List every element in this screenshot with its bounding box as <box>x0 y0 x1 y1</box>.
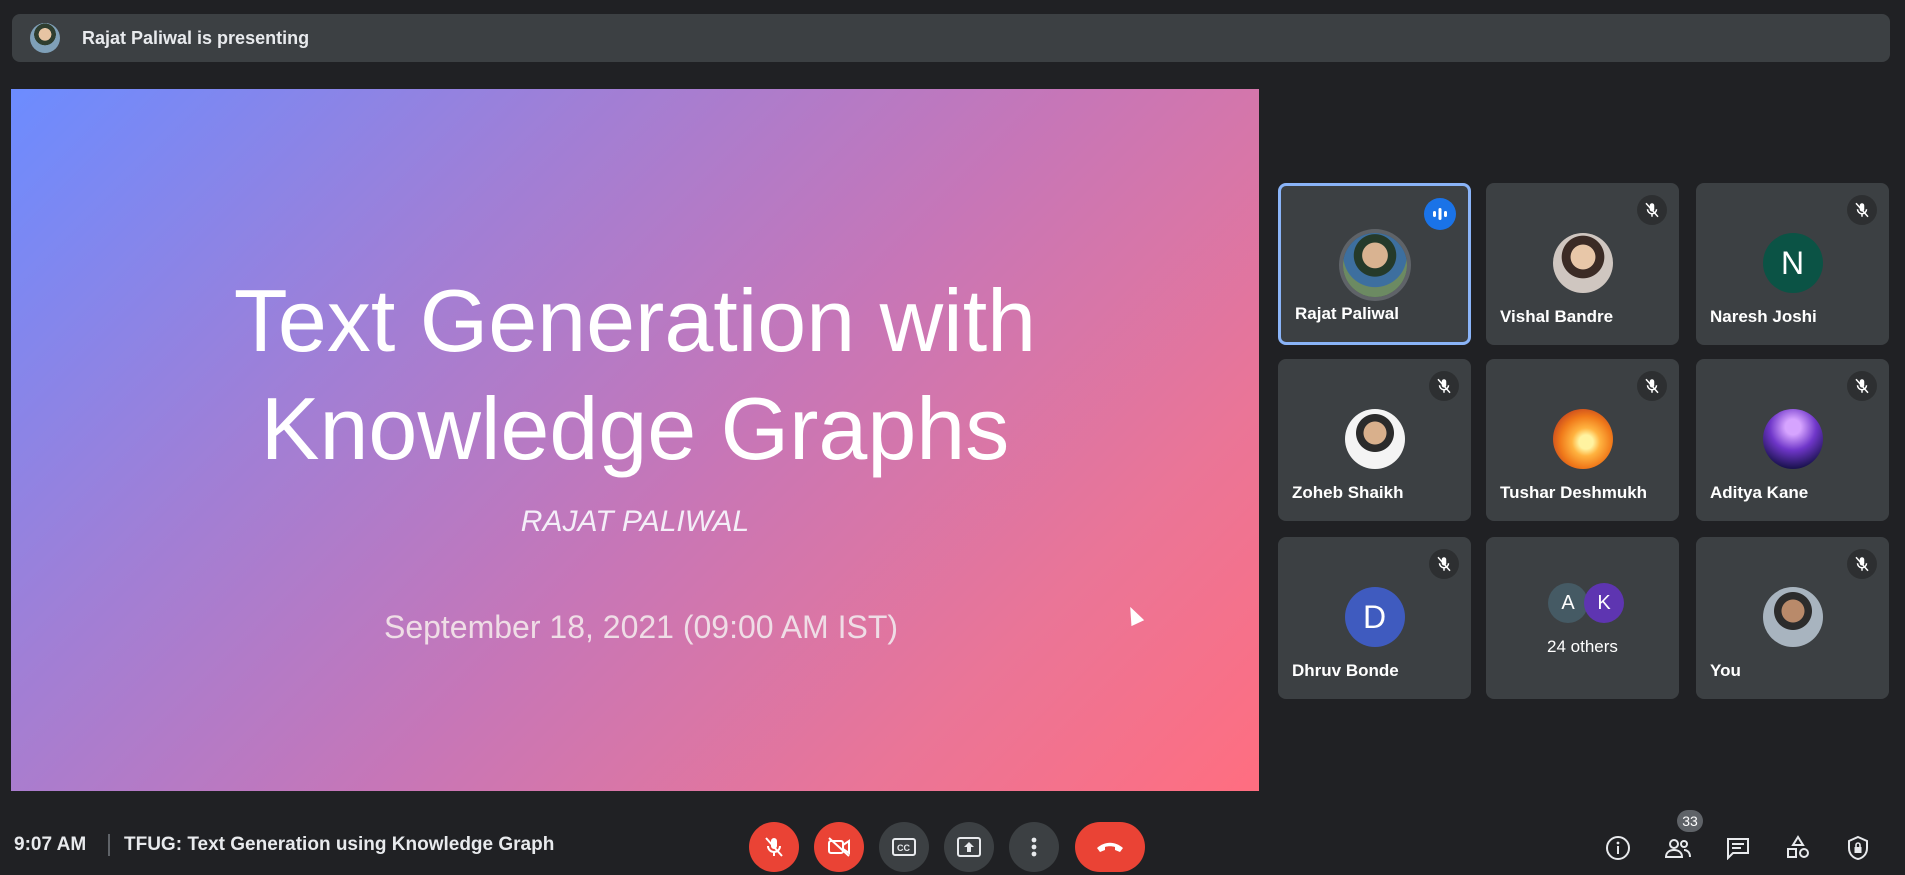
slide-title-line2: Knowledge Graphs <box>260 379 1010 478</box>
participant-tile-zoheb-shaikh[interactable]: Zoheb Shaikh <box>1278 359 1471 521</box>
clock-time: 9:07 AM <box>14 834 87 855</box>
participant-name: You <box>1710 661 1741 680</box>
avatar <box>1552 233 1613 293</box>
participant-name: Tushar Deshmukh <box>1500 483 1648 502</box>
camera-off-icon <box>828 837 850 857</box>
participant-name: Vishal Bandre <box>1500 307 1614 326</box>
participant-tile-dhruv-bonde[interactable]: D Dhruv Bonde <box>1278 537 1471 699</box>
participant-name: Naresh Joshi <box>1710 307 1817 326</box>
others-avatars: A K <box>1548 583 1628 623</box>
mic-off-icon <box>1429 549 1459 579</box>
participant-tile-naresh-joshi[interactable]: N Naresh Joshi <box>1696 183 1889 345</box>
camera-toggle-button[interactable] <box>814 822 864 872</box>
more-options-button[interactable] <box>1009 822 1059 872</box>
participant-tile-others[interactable]: A K 24 others <box>1486 537 1679 699</box>
people-icon <box>1664 839 1691 858</box>
avatar-letter: D <box>1362 598 1387 635</box>
mic-toggle-button[interactable] <box>749 822 799 872</box>
participant-name: Zoheb Shaikh <box>1292 483 1404 502</box>
mic-off-icon <box>1847 371 1877 401</box>
avatar: K <box>1584 583 1624 623</box>
slide-date: September 18, 2021 (09:00 AM IST) <box>383 609 899 645</box>
captions-button[interactable]: CC <box>879 822 929 872</box>
svg-text:CC: CC <box>897 843 910 853</box>
people-count-badge: 33 <box>1677 810 1703 832</box>
avatar <box>1762 587 1823 647</box>
participant-tile-tushar-deshmukh[interactable]: Tushar Deshmukh <box>1486 359 1679 521</box>
host-controls-icon <box>1848 835 1868 861</box>
avatar-letter: K <box>1597 591 1611 614</box>
slide-title: Text Generation with Knowledge Graphs <box>11 267 1259 483</box>
mic-off-icon <box>1637 371 1667 401</box>
participant-tile-you[interactable]: You <box>1696 537 1889 699</box>
avatar <box>1342 233 1407 297</box>
avatar <box>1762 409 1823 469</box>
divider <box>108 834 110 856</box>
participant-tile-aditya-kane[interactable]: Aditya Kane <box>1696 359 1889 521</box>
people-button[interactable] <box>1658 828 1698 868</box>
more-options-icon <box>1031 837 1037 857</box>
info-icon <box>1606 836 1630 860</box>
activities-icon <box>1787 835 1809 858</box>
participant-name: Aditya Kane <box>1710 483 1809 502</box>
meeting-title: TFUG: Text Generation using Knowledge Gr… <box>124 834 555 855</box>
chat-icon <box>1727 838 1749 860</box>
others-count: 24 others <box>1547 637 1618 656</box>
participant-name: Rajat Paliwal <box>1295 304 1399 323</box>
present-icon <box>957 837 981 857</box>
end-call-button[interactable] <box>1075 822 1145 872</box>
participant-tile-rajat-paliwal[interactable]: Rajat Paliwal <box>1278 183 1471 345</box>
speaking-indicator-icon <box>1424 198 1456 230</box>
avatar-letter: A <box>1561 591 1575 614</box>
mic-off-icon <box>1429 371 1459 401</box>
avatar: D <box>1344 587 1405 647</box>
activities-button[interactable] <box>1778 828 1818 868</box>
participant-tile-vishal-bandre[interactable]: Vishal Bandre <box>1486 183 1679 345</box>
mic-off-icon <box>1847 549 1877 579</box>
avatar-letter: N <box>1780 244 1805 281</box>
end-call-icon <box>1097 842 1123 852</box>
avatar: N <box>1762 233 1823 293</box>
presentation-slide: Text Generation with Knowledge Graphs RA… <box>11 89 1259 791</box>
avatar <box>1552 409 1613 469</box>
captions-icon: CC <box>892 838 916 856</box>
present-button[interactable] <box>944 822 994 872</box>
mic-off-icon <box>1637 195 1667 225</box>
presenting-text: Rajat Paliwal is presenting <box>82 27 310 48</box>
slide-title-line1: Text Generation with <box>233 271 1037 370</box>
mic-off-icon <box>1847 195 1877 225</box>
meeting-details-button[interactable] <box>1598 828 1638 868</box>
avatar <box>1344 409 1405 469</box>
mic-off-icon <box>765 837 783 857</box>
participant-name: Dhruv Bonde <box>1292 661 1399 680</box>
slide-author: RAJAT PALIWAL <box>520 505 750 538</box>
avatar: A <box>1548 583 1588 623</box>
presenter-avatar <box>30 23 60 53</box>
chat-button[interactable] <box>1718 828 1758 868</box>
host-controls-button[interactable] <box>1838 828 1878 868</box>
presenting-banner: Rajat Paliwal is presenting <box>12 14 1890 62</box>
